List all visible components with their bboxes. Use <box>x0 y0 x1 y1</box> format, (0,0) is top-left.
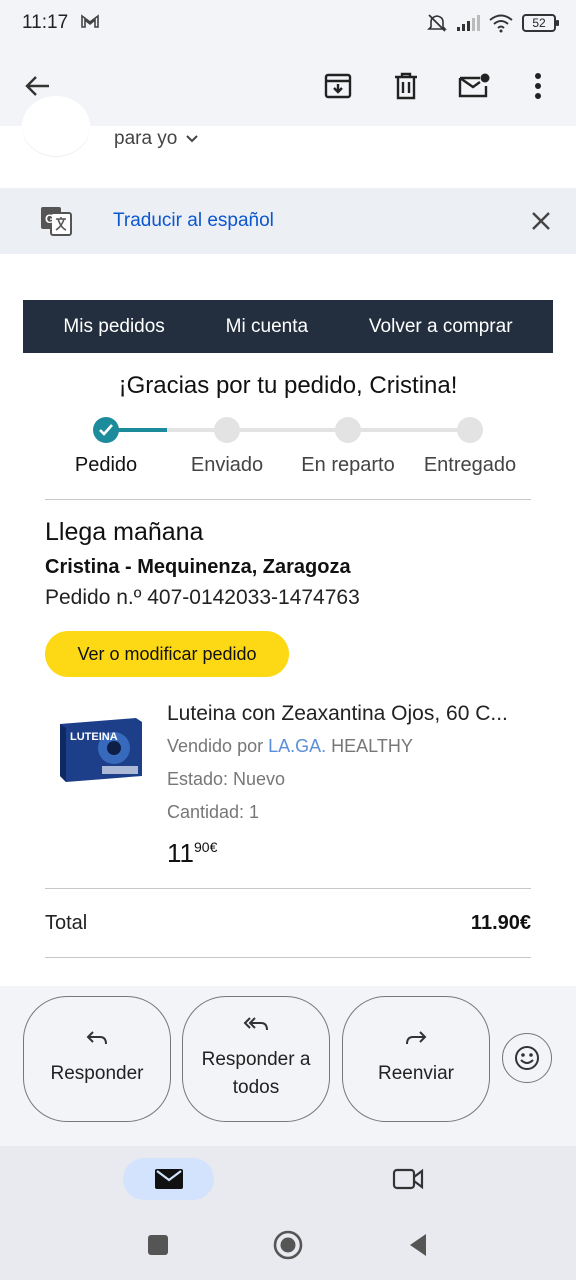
mail-body: para yo G Traducir al español Mis pedido… <box>0 96 576 986</box>
sender-avatar[interactable] <box>22 96 90 156</box>
order-progress-tracker: Pedido Enviado En reparto Entregado <box>23 416 553 496</box>
product-price: 1190€ <box>167 838 217 869</box>
seller-name-rest: HEALTHY <box>331 736 413 756</box>
gmail-notification-icon <box>81 14 99 33</box>
google-translate-icon: G <box>40 206 72 241</box>
product-quantity: Cantidad: 1 <box>167 802 260 822</box>
translate-close-button[interactable] <box>524 204 558 238</box>
delete-button[interactable] <box>386 66 426 106</box>
reply-all-icon <box>243 1017 268 1031</box>
step-label-out-for-delivery: En reparto <box>301 454 395 476</box>
mail-icon <box>154 1169 183 1189</box>
home-button[interactable] <box>271 1228 305 1262</box>
divider <box>45 499 531 500</box>
check-icon <box>99 424 113 436</box>
arrival-estimate: Llega mañana <box>45 518 204 546</box>
divider <box>45 888 531 889</box>
bottom-nav <box>0 1146 576 1210</box>
mute-icon <box>427 14 447 32</box>
battery-indicator: 52 <box>522 14 559 32</box>
archive-button[interactable] <box>318 66 358 106</box>
order-number: Pedido n.º 407-0142033-1474763 <box>45 586 360 609</box>
sender-row: para yo <box>0 96 576 186</box>
nav-buy-again-link[interactable]: Volver a comprar <box>369 316 513 338</box>
close-icon <box>532 212 550 230</box>
step-label-shipped: Enviado <box>190 454 264 476</box>
arrow-back-icon <box>25 76 49 96</box>
ship-to-address: Cristina - Mequinenza, Zaragoza <box>45 556 351 578</box>
reply-label: Responder <box>50 1063 144 1084</box>
step-dot-ordered <box>93 417 119 443</box>
product-image[interactable]: LUTEINA <box>56 718 144 782</box>
forward-button[interactable]: Reenviar <box>342 996 490 1122</box>
recipient-details-toggle[interactable]: para yo <box>114 128 199 150</box>
nav-my-orders-link[interactable]: Mis pedidos <box>63 316 164 338</box>
trash-icon <box>395 72 417 100</box>
reply-actions: Responder Responder a todos Reenviar <box>0 986 576 1146</box>
mark-unread-icon <box>458 73 490 98</box>
recents-button[interactable] <box>141 1228 175 1262</box>
step-dot-out-for-delivery <box>335 417 361 443</box>
system-nav-bar <box>0 1210 576 1280</box>
forward-label: Reenviar <box>377 1063 455 1084</box>
mark-unread-button[interactable] <box>454 66 494 106</box>
amazon-nav: Mis pedidos Mi cuenta Volver a comprar <box>23 300 553 353</box>
signal-icon <box>457 15 480 31</box>
forward-icon <box>406 1031 427 1045</box>
home-icon <box>273 1230 303 1260</box>
product-image-brand-text: LUTEINA <box>70 731 118 743</box>
translate-bar: G Traducir al español <box>0 188 576 254</box>
recents-icon <box>148 1235 168 1255</box>
divider <box>45 957 531 958</box>
status-time: 11:17 <box>22 12 69 33</box>
reply-all-button[interactable]: Responder a todos <box>182 996 330 1122</box>
recipient-label: para yo <box>114 128 178 149</box>
wifi-icon <box>489 14 513 33</box>
more-vert-icon <box>535 73 541 99</box>
total-label: Total <box>45 912 88 934</box>
emoji-reaction-button[interactable] <box>502 1033 552 1083</box>
price-whole: 11 <box>167 838 194 868</box>
step-label-delivered: Entregado <box>423 454 517 476</box>
back-nav-button[interactable] <box>401 1228 435 1262</box>
status-icons: 52 <box>426 12 559 34</box>
thanks-heading: ¡Gracias por tu pedido, Cristina! <box>118 372 458 399</box>
nav-meet-tab[interactable] <box>386 1160 430 1198</box>
price-fraction: 90€ <box>194 839 218 855</box>
smiley-icon <box>515 1046 539 1070</box>
reply-all-label: Responder a todos <box>201 1049 311 1098</box>
product-seller: Vendido por LA.GA. HEALTHY <box>167 736 413 757</box>
total-value: 11.90€ <box>470 912 531 934</box>
step-dot-shipped <box>214 417 240 443</box>
video-camera-icon <box>392 1168 424 1190</box>
order-card: Mis pedidos Mi cuenta Volver a comprar ¡… <box>23 300 553 972</box>
archive-icon <box>324 73 352 99</box>
svg-text:G: G <box>45 212 54 226</box>
sold-by-label: Vendido por <box>167 736 264 756</box>
reply-icon <box>86 1031 107 1045</box>
product-title[interactable]: Luteina con Zeaxantina Ojos, 60 C... <box>167 702 537 726</box>
step-dot-delivered <box>457 417 483 443</box>
chevron-down-icon <box>186 135 199 143</box>
product-condition: Estado: Nuevo <box>167 769 286 789</box>
more-options-button[interactable] <box>518 66 558 106</box>
reply-button[interactable]: Responder <box>23 996 171 1122</box>
nav-mail-tab[interactable] <box>123 1158 214 1200</box>
view-order-button[interactable]: Ver o modificar pedido <box>45 631 289 677</box>
translate-link[interactable]: Traducir al español <box>113 210 274 232</box>
nav-my-account-link[interactable]: Mi cuenta <box>226 316 308 338</box>
status-bar: 11:17 52 <box>0 0 576 48</box>
back-triangle-icon <box>410 1234 426 1256</box>
step-label-ordered: Pedido <box>74 454 138 476</box>
seller-link[interactable]: LA.GA. <box>268 736 326 756</box>
